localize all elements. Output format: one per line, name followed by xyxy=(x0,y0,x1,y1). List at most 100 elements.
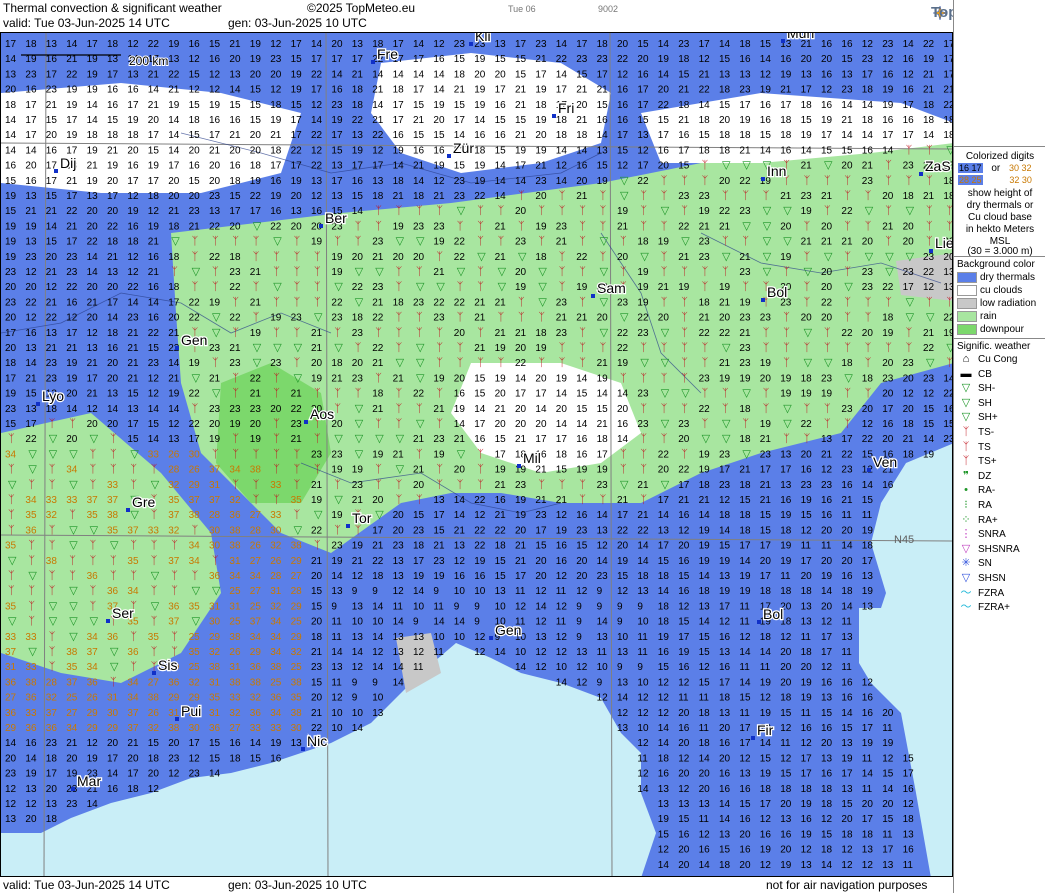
thermal-value: 37 xyxy=(189,495,201,506)
thermal-value: 23 xyxy=(209,404,221,415)
thermal-value: 23 xyxy=(739,267,751,278)
thermal-value: 37 xyxy=(107,495,119,506)
thermal-value: 18 xyxy=(597,39,609,50)
thermal-value: 21 xyxy=(576,313,588,324)
thermal-value: 13 xyxy=(780,814,792,825)
thermal-value: 16 xyxy=(352,176,364,187)
thermal-value: 18 xyxy=(739,434,751,445)
shower-icon: ▽ xyxy=(906,296,915,308)
thunderstorm-icon: ᛉ xyxy=(334,403,341,415)
thermal-value: 16 xyxy=(739,814,751,825)
thunderstorm-heavy-icon: ᛉ xyxy=(273,388,280,400)
thermal-value: 27 xyxy=(250,586,262,597)
thermal-value: 18 xyxy=(821,784,833,795)
city-marker xyxy=(489,636,493,640)
city-label: Sis xyxy=(158,657,177,673)
thermal-value: 17 xyxy=(127,419,139,430)
thermal-value: 16 xyxy=(189,161,201,172)
thermal-value: 23 xyxy=(801,191,813,202)
thermal-value: 18 xyxy=(372,571,384,582)
shower-icon: ▽ xyxy=(192,585,201,597)
thermal-value: 23 xyxy=(372,282,384,293)
thermal-value: 20 xyxy=(821,267,833,278)
shower-icon: ▽ xyxy=(906,251,915,263)
thermal-value: 29 xyxy=(168,693,180,704)
thermal-value: 18 xyxy=(719,145,731,156)
thermal-value: 28 xyxy=(250,525,262,536)
shower-icon: ▽ xyxy=(151,479,160,491)
thermal-value: 12 xyxy=(168,769,180,780)
thermal-value: 21 xyxy=(739,328,751,339)
thunderstorm-icon: ᛉ xyxy=(130,570,137,582)
thermal-value: 22 xyxy=(66,206,78,217)
thermal-value: 23 xyxy=(903,161,915,172)
thermal-value: 23 xyxy=(739,343,751,354)
thermal-value: 22 xyxy=(923,39,935,50)
thermal-value: 23 xyxy=(25,252,37,263)
thermal-value: 14 xyxy=(331,571,343,582)
thunderstorm-icon: ᛉ xyxy=(457,312,464,324)
thermal-value: 19 xyxy=(352,541,364,552)
shower-icon: ▽ xyxy=(130,448,139,460)
thermal-value: 22 xyxy=(943,313,953,324)
thermal-value: 21 xyxy=(25,206,37,217)
thermal-value: 10 xyxy=(413,601,425,612)
thermal-value: 18 xyxy=(637,571,649,582)
thermal-value: 23 xyxy=(250,404,262,415)
thermal-value: 12 xyxy=(597,541,609,552)
thunderstorm-icon: ᛉ xyxy=(8,524,15,536)
thermal-value: 18 xyxy=(821,845,833,856)
thermal-value: 17 xyxy=(372,161,384,172)
thermal-value: 23 xyxy=(841,85,853,96)
map-area[interactable]: 17 18 13 14 17 18 12 22 19 16 15 21 19 12 17 14 20 13 18 17… xyxy=(0,32,953,877)
thermal-value: 15 xyxy=(148,145,160,156)
legend-sigwx-item: ▽ SH xyxy=(957,397,992,410)
thermal-value: 12 xyxy=(617,586,629,597)
thermal-value: 14 xyxy=(862,130,874,141)
thermal-value: 20 xyxy=(841,161,853,172)
thermal-value: 18 xyxy=(107,237,119,248)
thunderstorm-icon: ᛉ xyxy=(416,494,423,506)
thermal-value: 15 xyxy=(801,510,813,521)
thermal-value: 16 xyxy=(25,85,37,96)
thunderstorm-icon: ᛉ xyxy=(314,296,321,308)
thermal-value: 14 xyxy=(801,145,813,156)
thermal-value: 19 xyxy=(699,465,711,476)
city-marker xyxy=(71,787,75,791)
thermal-value: 16 xyxy=(903,784,915,795)
thunderstorm-icon: ᛉ xyxy=(355,236,362,248)
thermal-value: 19 xyxy=(658,237,670,248)
thunderstorm-icon: ᛉ xyxy=(436,357,443,369)
thunderstorm-icon: ᛉ xyxy=(436,388,443,400)
thermal-value: 21 xyxy=(576,115,588,126)
thermal-value: 15 xyxy=(413,100,425,111)
shower-icon: ▽ xyxy=(396,464,405,476)
thermal-value: 17 xyxy=(25,419,37,430)
thermal-value: 19 xyxy=(250,39,262,50)
thermal-value: 20 xyxy=(291,191,303,202)
thermal-value: 23 xyxy=(5,267,17,278)
thermal-value: 19 xyxy=(393,145,405,156)
legend-bg-label: cu clouds xyxy=(980,285,1023,296)
thermal-value: 12 xyxy=(127,191,139,202)
thermal-value: 19 xyxy=(311,237,323,248)
thermal-value: 22 xyxy=(291,404,303,415)
thunderstorm-icon: ᛉ xyxy=(681,266,688,278)
forecast-map[interactable]: 17 18 13 14 17 18 12 22 19 16 15 21 19 12 17 14 20 13 18 17… xyxy=(1,33,953,877)
thermal-value: 17 xyxy=(515,389,527,400)
thunderstorm-icon: ᛉ xyxy=(212,281,219,293)
thermal-value: 15 xyxy=(474,373,486,384)
thermal-value: 23 xyxy=(821,480,833,491)
thermal-value: 21 xyxy=(821,191,833,202)
thunderstorm-icon: ᛉ xyxy=(355,388,362,400)
thermal-value: 14 xyxy=(474,115,486,126)
thermal-value: 22 xyxy=(107,221,119,232)
thermal-value: 9 xyxy=(372,677,378,688)
thermal-value: 13 xyxy=(597,632,609,643)
thunderstorm-icon: ᛉ xyxy=(69,418,76,430)
thermal-value: 14 xyxy=(719,39,731,50)
shower-icon: ▽ xyxy=(661,357,670,369)
shower-icon: ▽ xyxy=(334,494,343,506)
thermal-value: 20 xyxy=(821,525,833,536)
thermal-value: 12 xyxy=(760,860,772,871)
